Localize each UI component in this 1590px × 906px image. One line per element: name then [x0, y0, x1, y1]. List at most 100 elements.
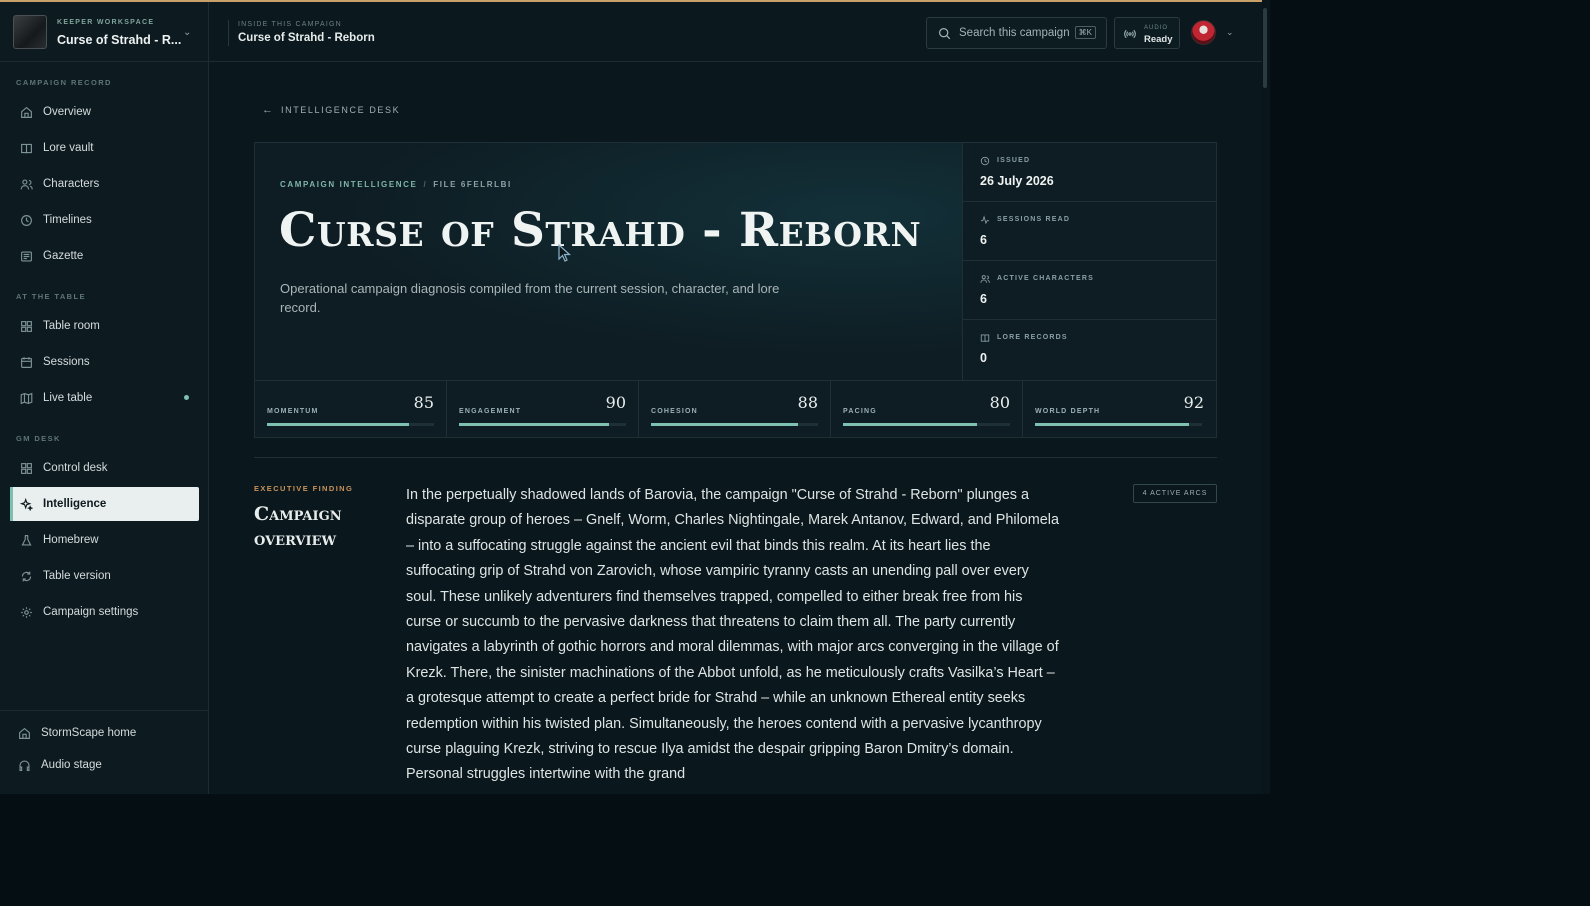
calendar-icon: [21, 356, 32, 368]
sidebar-footer: StormScape home Audio stage: [0, 710, 209, 794]
audio-kicker: AUDIO: [1144, 25, 1169, 31]
topbar-campaign-title: Curse of Strahd - Reborn: [238, 32, 375, 44]
sidebar-item-audio-stage[interactable]: Audio stage: [8, 748, 197, 782]
refresh-icon: [21, 571, 32, 581]
page-description: Operational campaign diagnosis compiled …: [280, 281, 780, 315]
sidebar-item-control-desk[interactable]: Control desk: [10, 451, 199, 485]
sidebar-item-campaign-settings[interactable]: Campaign settings: [10, 595, 199, 629]
file-label: FILE 6FELRLBI: [433, 180, 512, 189]
audio-status-button[interactable]: AUDIO Ready: [1114, 17, 1180, 49]
sidebar: KEEPER WORKSPACE Curse of Strahd - R... …: [0, 2, 209, 794]
grid-icon: [21, 320, 32, 332]
sidebar-item-label: Overview: [43, 106, 91, 118]
book-icon: [980, 334, 990, 342]
avatar[interactable]: [1191, 20, 1216, 45]
campaign-thumbnail: [13, 15, 47, 49]
grid-icon: [21, 462, 32, 474]
metric-bar: [459, 423, 626, 426]
sidebar-item-lore-vault[interactable]: Lore vault: [10, 131, 199, 165]
sidebar-item-live-table[interactable]: Live table: [10, 381, 199, 415]
sidebar-item-label: StormScape home: [41, 727, 137, 739]
hero-main: CAMPAIGN INTELLIGENCE / FILE 6FELRLBI Curs…: [255, 143, 962, 380]
workspace-title: Curse of Strahd - R...: [57, 33, 182, 47]
sidebar-item-label: Intelligence: [43, 498, 107, 510]
sidebar-item-table-room[interactable]: Table room: [10, 309, 199, 343]
stat-label: LORE RECORDS: [997, 334, 1068, 341]
sidebar-item-label: Homebrew: [43, 534, 99, 546]
home-icon: [19, 727, 30, 739]
sidebar-item-label: Sessions: [43, 356, 90, 368]
stat-value: 6: [980, 233, 987, 247]
metric-label: MOMENTUM: [267, 408, 319, 415]
broadcast-icon: [1124, 29, 1136, 39]
stat-label: SESSIONS READ: [997, 216, 1071, 223]
metric-label: COHESION: [651, 408, 698, 415]
users-icon: [980, 275, 990, 283]
sidebar-item-label: Control desk: [43, 462, 108, 474]
metric-value: 80: [989, 393, 1010, 412]
kicker-label: CAMPAIGN INTELLIGENCE: [280, 180, 418, 189]
metric-bar-fill: [459, 423, 610, 426]
book-icon: [21, 143, 32, 153]
sparkle-icon: [20, 497, 33, 511]
metric-bar-fill: [267, 423, 409, 426]
sidebar-item-overview[interactable]: Overview: [10, 95, 199, 129]
metric-value: 92: [1183, 393, 1204, 412]
metric-world-depth: WORLD DEPTH 92: [1023, 381, 1216, 438]
sidebar-item-timelines[interactable]: Timelines: [10, 203, 199, 237]
page-title: Curse of Strahd - Reborn: [279, 203, 922, 258]
stat-label: ISSUED: [997, 157, 1031, 164]
search-input[interactable]: Search this campaign ⌘K: [926, 17, 1107, 49]
metric-value: 88: [797, 393, 818, 412]
hero-kicker: CAMPAIGN INTELLIGENCE / FILE 6FELRLBI: [280, 180, 512, 189]
arrow-left-icon: ←: [262, 104, 273, 116]
metric-momentum: MOMENTUM 85: [255, 381, 447, 438]
sidebar-item-table-version[interactable]: Table version: [10, 559, 199, 593]
app-window: KEEPER WORKSPACE Curse of Strahd - R... …: [0, 0, 1262, 794]
gear-icon: [21, 606, 32, 618]
stat-value: 6: [980, 292, 987, 306]
section-gm-desk: GM DESK: [16, 434, 61, 443]
campaign-overview-text: In the perpetually shadowed lands of Bar…: [406, 487, 1059, 783]
active-arcs-badge: 4 ACTIVE ARCS: [1133, 484, 1217, 503]
metric-bar: [267, 423, 434, 426]
sidebar-item-label: Table version: [43, 570, 111, 582]
topbar: INSIDE THIS CAMPAIGN Curse of Strahd - R…: [209, 2, 1262, 62]
sidebar-item-label: Campaign settings: [43, 606, 139, 618]
stats-panel: ISSUED 26 July 2026 SESSIONS READ 6 ACTI…: [962, 143, 1217, 380]
sidebar-item-stormscape-home[interactable]: StormScape home: [8, 716, 197, 750]
metric-label: ENGAGEMENT: [459, 408, 522, 415]
sidebar-item-label: Gazette: [43, 250, 84, 262]
topbar-kicker: INSIDE THIS CAMPAIGN: [238, 21, 342, 28]
metrics-row: MOMENTUM 85 ENGAGEMENT 90 COHESION 88 PA…: [255, 380, 1216, 438]
back-link[interactable]: ← INTELLIGENCE DESK: [262, 104, 400, 116]
newspaper-icon: [21, 250, 32, 262]
sidebar-item-label: Live table: [43, 392, 93, 404]
executive-finding-kicker: EXECUTIVE FINDING: [254, 484, 354, 493]
sidebar-item-homebrew[interactable]: Homebrew: [10, 523, 199, 557]
chevron-down-icon[interactable]: ⌄: [183, 27, 191, 38]
sidebar-item-intelligence[interactable]: Intelligence: [10, 487, 199, 521]
stat-label: ACTIVE CHARACTERS: [997, 275, 1095, 282]
sidebar-item-label: Audio stage: [41, 759, 102, 771]
sidebar-item-sessions[interactable]: Sessions: [10, 345, 199, 379]
headphones-icon: [19, 759, 30, 771]
hero-card: CAMPAIGN INTELLIGENCE / FILE 6FELRLBI Curs…: [254, 142, 1217, 438]
metric-pacing: PACING 80: [831, 381, 1023, 438]
metric-bar-fill: [843, 423, 977, 426]
metric-value: 85: [413, 393, 434, 412]
scrollbar[interactable]: [1262, 0, 1270, 794]
sidebar-item-characters[interactable]: Characters: [10, 167, 199, 201]
kicker-separator: /: [423, 180, 428, 189]
sidebar-item-label: Timelines: [43, 214, 92, 226]
scrollbar-thumb[interactable]: [1263, 8, 1267, 88]
sidebar-item-gazette[interactable]: Gazette: [10, 239, 199, 273]
mouse-cursor-icon: [558, 244, 572, 262]
users-icon: [20, 178, 33, 189]
metric-bar-fill: [1035, 423, 1189, 426]
stat-sessions-read: SESSIONS READ 6: [963, 202, 1217, 261]
audio-status: Ready: [1144, 34, 1173, 45]
sidebar-item-label: Table room: [43, 320, 100, 332]
chevron-down-icon[interactable]: ⌄: [1226, 27, 1234, 38]
workspace-switcher[interactable]: KEEPER WORKSPACE Curse of Strahd - R... …: [0, 2, 209, 62]
